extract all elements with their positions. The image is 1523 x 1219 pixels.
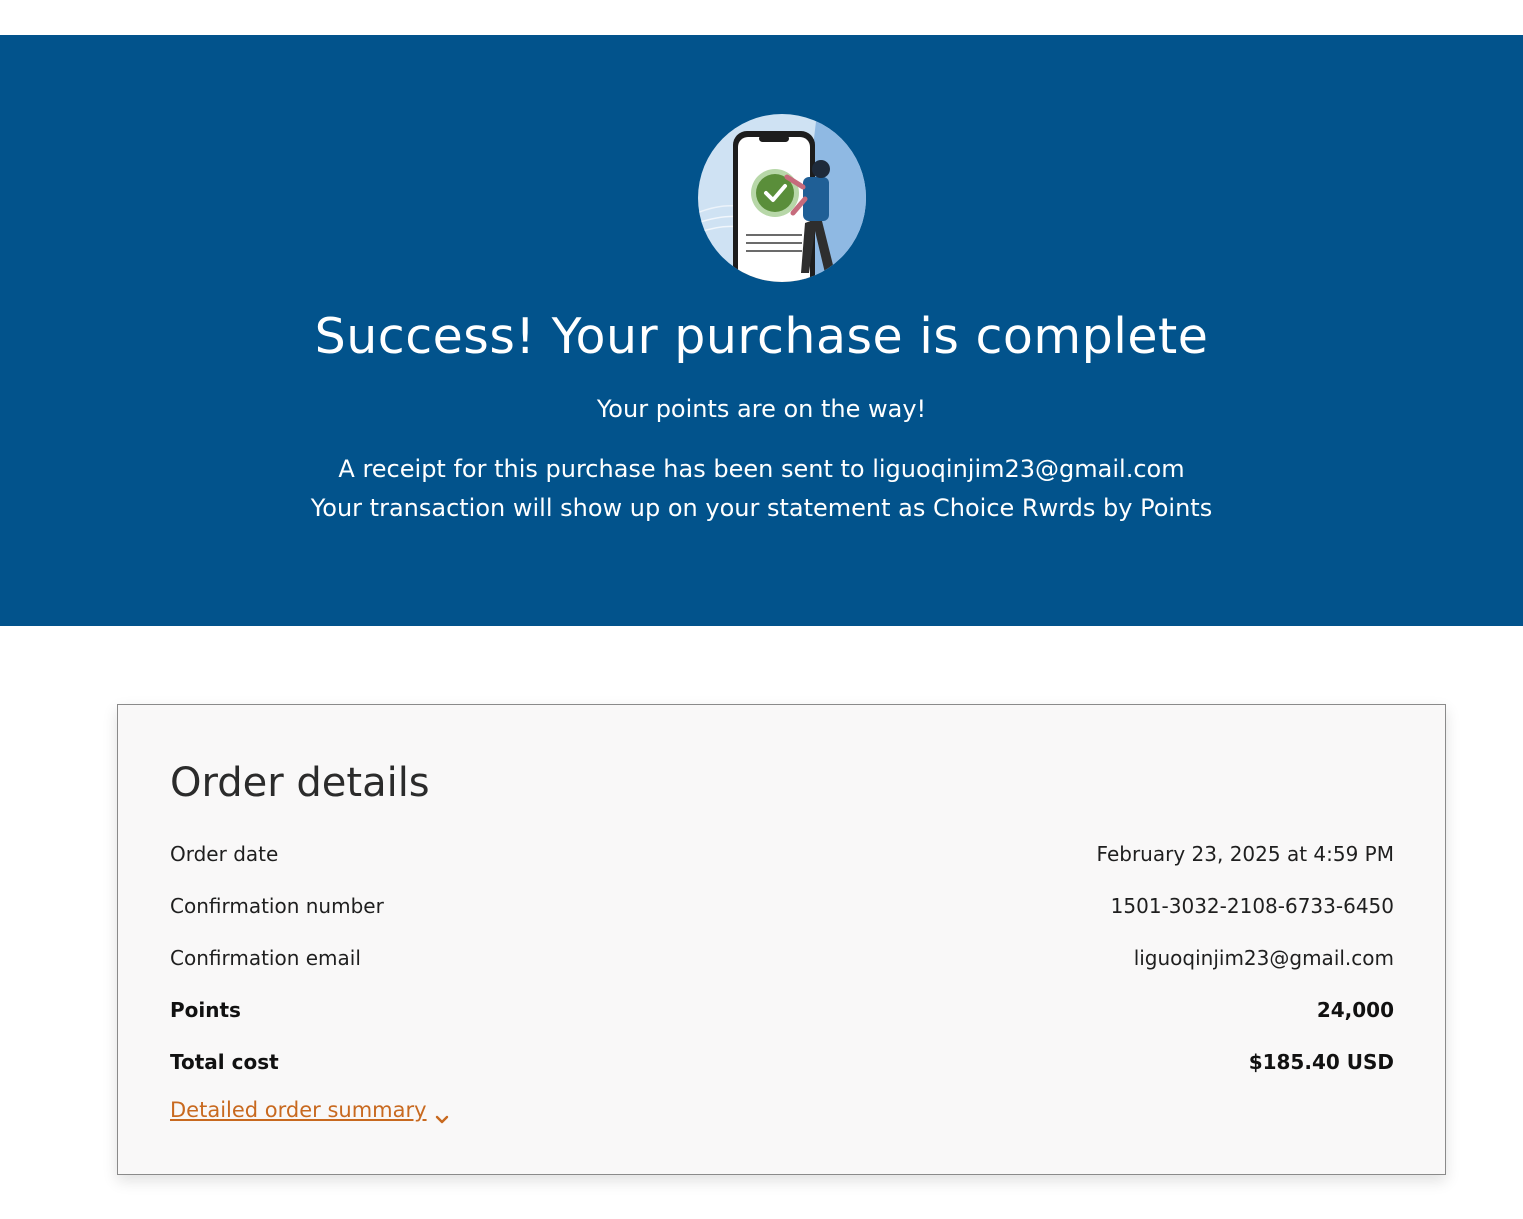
detailed-order-summary-link[interactable]: Detailed order summary: [170, 1093, 449, 1127]
total-cost-value: $185.40 USD: [1248, 1050, 1394, 1074]
statement-message: Your transaction will show up on your st…: [310, 494, 1213, 522]
confirmation-email-label: Confirmation email: [170, 946, 361, 970]
confirmation-number-value: 1501-3032-2108-6733-6450: [1110, 894, 1394, 918]
receipt-message: A receipt for this purchase has been sen…: [338, 455, 1185, 483]
phone-checkmark-illustration: [697, 113, 867, 283]
success-subtitle: Your points are on the way!: [596, 395, 927, 423]
success-banner: Success! Your purchase is complete Your …: [0, 35, 1523, 626]
total-cost-row: Total cost $185.40 USD: [170, 1045, 1394, 1079]
order-details-card: Order details Order date February 23, 20…: [117, 704, 1446, 1175]
points-row: Points 24,000: [170, 993, 1394, 1027]
page-title: Success! Your purchase is complete: [314, 308, 1209, 365]
order-date-label: Order date: [170, 842, 279, 866]
points-label: Points: [170, 998, 241, 1022]
order-date-row: Order date February 23, 2025 at 4:59 PM: [170, 837, 1394, 871]
confirmation-email-value: liguoqinjim23@gmail.com: [1133, 946, 1394, 970]
total-cost-label: Total cost: [170, 1050, 279, 1074]
points-value: 24,000: [1316, 998, 1394, 1022]
confirmation-email-row: Confirmation email liguoqinjim23@gmail.c…: [170, 941, 1394, 975]
detailed-order-summary-label: Detailed order summary: [170, 1098, 427, 1122]
confirmation-number-row: Confirmation number 1501-3032-2108-6733-…: [170, 889, 1394, 923]
confirmation-number-label: Confirmation number: [170, 894, 384, 918]
order-date-value: February 23, 2025 at 4:59 PM: [1096, 842, 1394, 866]
top-strip: [0, 0, 1523, 35]
order-details-title: Order details: [170, 760, 430, 806]
chevron-down-icon: [435, 1103, 449, 1124]
